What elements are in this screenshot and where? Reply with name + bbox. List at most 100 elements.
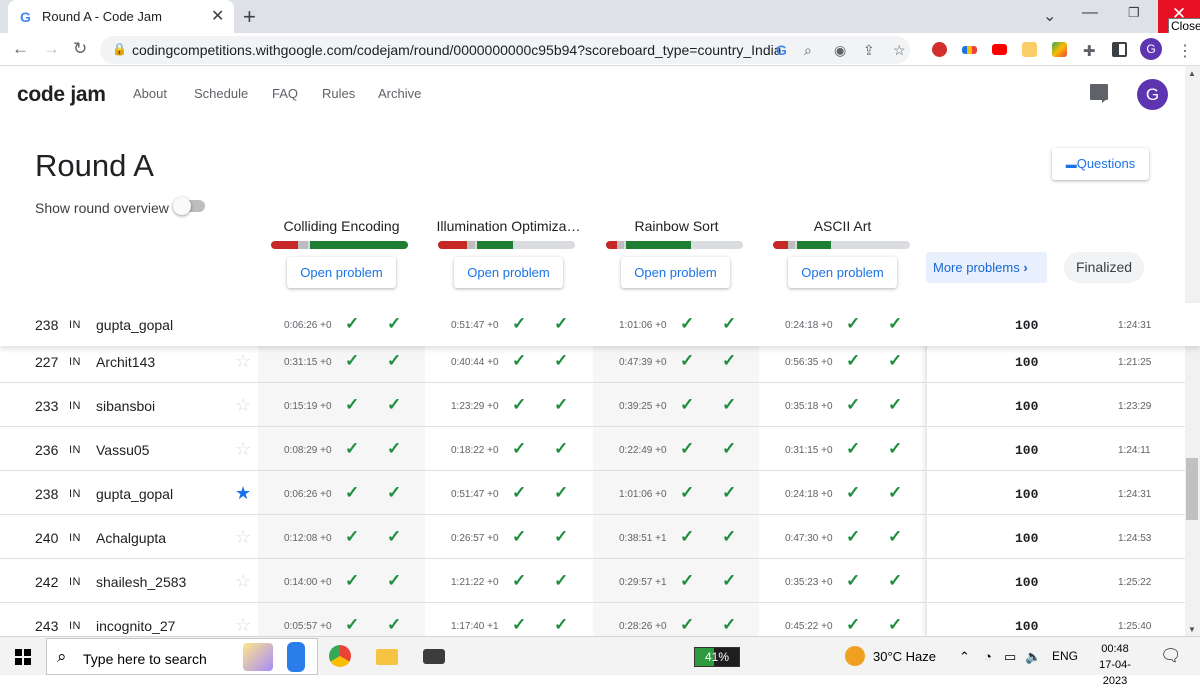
questions-button[interactable]: ▬Questions xyxy=(1052,148,1149,180)
problem-title[interactable]: ASCII Art xyxy=(767,218,918,234)
notifications-icon[interactable]: 🗨 xyxy=(1160,646,1182,666)
chrome-taskbar-icon[interactable] xyxy=(329,645,351,667)
taskbar-clock[interactable]: 00:48 17-04-2023 xyxy=(1087,641,1143,689)
table-row[interactable]: 236 IN Vassu05 ☆ 0:08:29 +0 ✓ ✓ 0:18:22 +0 ✓ ✓ 0:2… xyxy=(0,427,1185,471)
check-icon: ✓ xyxy=(387,439,402,458)
url-text[interactable]: codingcompetitions.withgoogle.com/codeja… xyxy=(132,42,782,58)
favorite-star-icon[interactable]: ☆ xyxy=(235,571,251,592)
omnibox[interactable]: 🔒 codingcompetitions.withgoogle.com/code… xyxy=(100,36,910,64)
problem-time: 0:24:18 +0 xyxy=(785,489,833,500)
code-jam-logo[interactable]: code jam xyxy=(17,83,106,107)
nav-rules[interactable]: Rules xyxy=(322,86,355,101)
username[interactable]: incognito_27 xyxy=(96,618,175,634)
more-problems-button[interactable]: More problems › xyxy=(926,252,1047,283)
rank: 242 xyxy=(35,574,59,590)
youtube-icon[interactable] xyxy=(992,44,1007,55)
total-score: 100 xyxy=(1015,619,1039,634)
user-avatar[interactable]: G xyxy=(1137,79,1168,110)
nav-schedule[interactable]: Schedule xyxy=(194,86,248,101)
open-problem-button[interactable]: Open problem xyxy=(621,257,730,288)
scroll-down-icon[interactable]: ▼ xyxy=(1188,625,1196,634)
weather-text[interactable]: 30°C Haze xyxy=(873,649,936,664)
problem-title[interactable]: Colliding Encoding xyxy=(266,218,417,234)
tab-search-icon[interactable]: ⌄ xyxy=(1043,6,1056,26)
penalty-time: 1:21:25 xyxy=(1118,357,1152,368)
favorite-star-icon[interactable]: ☆ xyxy=(235,351,251,372)
tray-chevron-icon[interactable]: ⌃ xyxy=(959,649,970,665)
username[interactable]: Vassu05 xyxy=(96,442,149,458)
problem-time: 1:23:29 +0 xyxy=(451,401,499,412)
open-problem-button[interactable]: Open problem xyxy=(287,257,396,288)
penalty-time: 1:24:11 xyxy=(1118,445,1151,456)
username[interactable]: Achalgupta xyxy=(96,530,166,546)
menu-dots-icon[interactable]: ⋮ xyxy=(1177,41,1193,61)
forward-icon[interactable]: → xyxy=(43,39,60,59)
check-icon: ✓ xyxy=(512,351,527,370)
feedback-chat-icon[interactable] xyxy=(1090,84,1108,103)
favorite-star-icon[interactable]: ☆ xyxy=(235,395,251,416)
table-row[interactable]: 233 IN sibansboi ☆ 0:15:19 +0 ✓ ✓ 1:23:29 +0 ✓ ✓ 0… xyxy=(0,383,1185,427)
back-icon[interactable]: ← xyxy=(12,39,29,59)
pinned-user-row[interactable]: 238 IN gupta_gopal 0:06:26 +0 ✓ ✓ 0:51:47 +0 ✓ ✓… xyxy=(0,303,1200,346)
username[interactable]: sibansboi xyxy=(96,398,155,414)
username[interactable]: gupta_gopal xyxy=(96,317,173,333)
zoom-icon[interactable]: ⌕ xyxy=(804,42,812,59)
taskbar-search-box[interactable]: ⌕ Type here to search xyxy=(46,638,318,675)
favorite-star-icon[interactable]: ★ xyxy=(235,483,251,504)
windows-start-icon[interactable] xyxy=(15,649,31,665)
favorite-star-icon[interactable]: ☆ xyxy=(235,439,251,460)
bar-green-segment xyxy=(309,241,408,249)
round-overview-toggle[interactable] xyxy=(173,197,205,215)
extensions-puzzle-icon[interactable]: ✚ xyxy=(1083,42,1096,60)
reload-icon[interactable]: ↻ xyxy=(73,39,87,59)
new-tab-button[interactable]: + xyxy=(243,4,256,30)
problem-title[interactable]: Illumination Optimiza… xyxy=(433,218,584,234)
wifi-icon[interactable]: ◔ xyxy=(984,649,992,664)
share-icon[interactable]: ⇪ xyxy=(863,42,875,59)
check-icon: ✓ xyxy=(512,314,527,333)
check-icon: ✓ xyxy=(387,483,402,502)
table-row[interactable]: 238 IN gupta_gopal ★ 0:06:26 +0 ✓ ✓ 0:51:47 +0 ✓… xyxy=(0,471,1185,515)
battery-percent: 41% xyxy=(704,650,730,664)
nav-archive[interactable]: Archive xyxy=(378,86,421,101)
favorite-star-icon[interactable]: ☆ xyxy=(235,527,251,548)
extension-m-icon[interactable] xyxy=(932,42,947,57)
username[interactable]: Archit143 xyxy=(96,354,155,370)
problem-time: 0:56:35 +0 xyxy=(785,357,833,368)
username[interactable]: shailesh_2583 xyxy=(96,574,186,590)
view-icon[interactable]: ◉ xyxy=(834,42,846,59)
open-problem-button[interactable]: Open problem xyxy=(454,257,563,288)
camera-icon[interactable] xyxy=(423,649,445,664)
browser-tab[interactable]: G Round A - Code Jam ✕ xyxy=(8,0,234,33)
page-scrollbar[interactable] xyxy=(1185,66,1200,636)
restore-icon[interactable]: ❐ xyxy=(1128,5,1140,21)
username[interactable]: gupta_gopal xyxy=(96,486,173,502)
side-panel-icon[interactable] xyxy=(1112,42,1127,57)
close-tab-icon[interactable]: ✕ xyxy=(211,6,224,26)
problem-title[interactable]: Rainbow Sort xyxy=(601,218,752,234)
problem-progress-bar xyxy=(606,241,743,249)
table-row[interactable]: 240 IN Achalgupta ☆ 0:12:08 +0 ✓ ✓ 0:26:57 +0 ✓ ✓… xyxy=(0,515,1185,559)
google-lens-icon[interactable]: G xyxy=(776,42,787,58)
profile-avatar[interactable]: G xyxy=(1140,38,1162,60)
language-indicator[interactable]: ENG xyxy=(1052,649,1078,663)
open-problem-button[interactable]: Open problem xyxy=(788,257,897,288)
scroll-up-icon[interactable]: ▲ xyxy=(1188,69,1196,78)
minimize-icon[interactable]: — xyxy=(1082,4,1098,22)
battery-icon[interactable]: ▭ xyxy=(1004,649,1016,665)
nav-about[interactable]: About xyxy=(133,86,167,101)
favorite-star-icon[interactable]: ☆ xyxy=(235,615,251,636)
volume-icon[interactable]: 🔈 xyxy=(1025,649,1041,665)
nav-faq[interactable]: FAQ xyxy=(272,86,298,101)
extension-bars-icon[interactable] xyxy=(962,46,977,54)
check-icon: ✓ xyxy=(387,571,402,590)
rank: 236 xyxy=(35,442,59,458)
check-icon: ✓ xyxy=(888,314,903,333)
check-icon: ✓ xyxy=(846,314,861,333)
table-row[interactable]: 242 IN shailesh_2583 ☆ 0:14:00 +0 ✓ ✓ 1:21:22 +… xyxy=(0,559,1185,603)
file-explorer-icon[interactable] xyxy=(376,649,398,665)
extension-color-icon[interactable] xyxy=(1052,42,1067,57)
scrollbar-thumb[interactable] xyxy=(1186,458,1198,520)
extension-chart-icon[interactable] xyxy=(1022,42,1037,57)
bookmark-star-icon[interactable]: ☆ xyxy=(893,42,906,59)
